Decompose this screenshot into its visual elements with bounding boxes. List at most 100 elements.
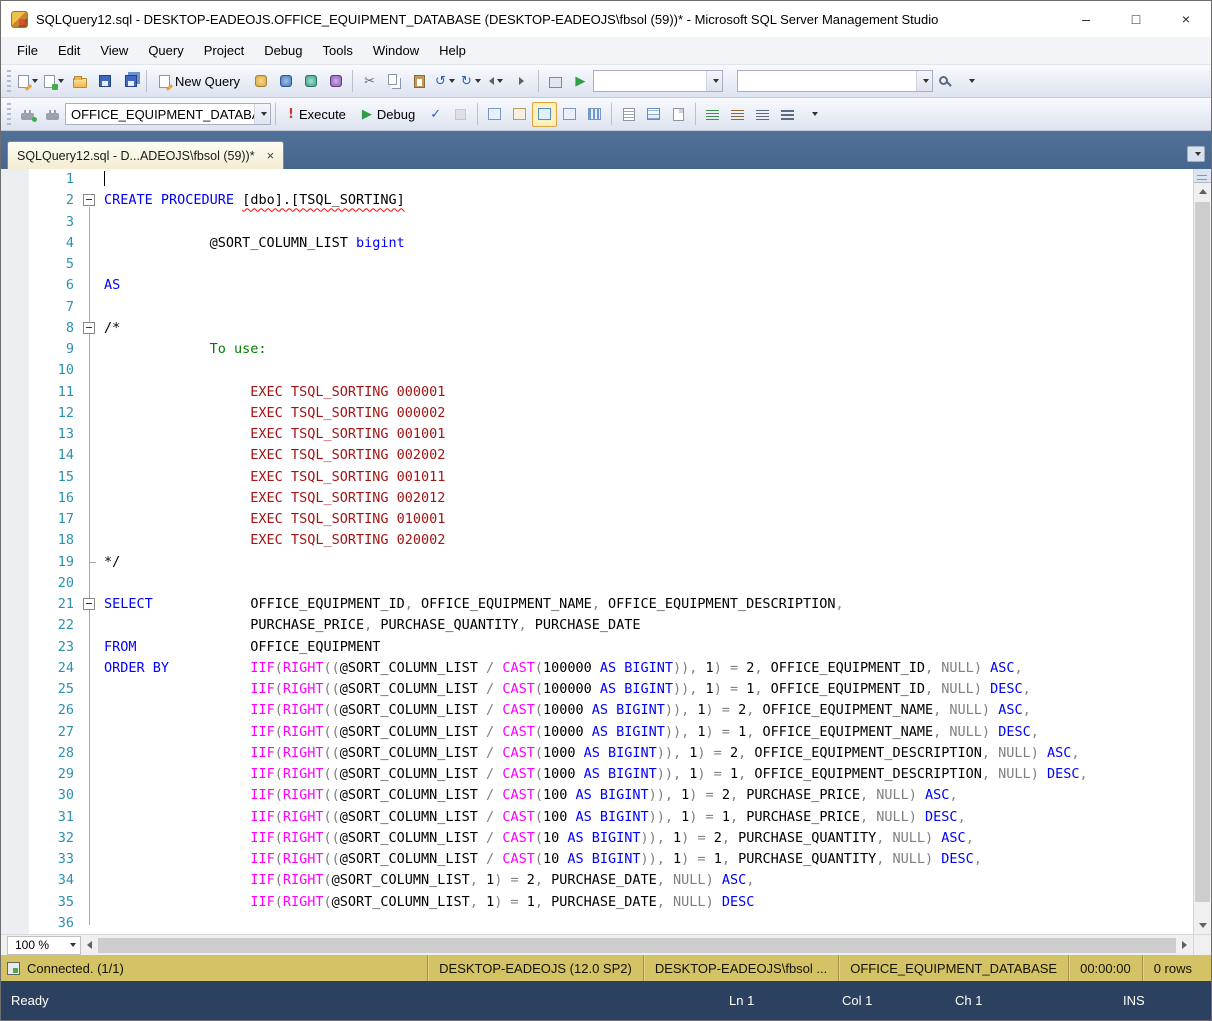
line-number[interactable]: 23 [29,637,79,658]
line-number[interactable]: 26 [29,700,79,721]
increase-indent-button[interactable] [775,102,800,127]
code-line[interactable]: 17 EXEC TSQL_SORTING 010001 [1,509,1193,530]
menu-file[interactable]: File [7,39,48,62]
scroll-down-button[interactable] [1194,917,1211,934]
line-number[interactable]: 17 [29,509,79,530]
code-text[interactable] [101,573,1193,594]
code-text[interactable]: IIF(RIGHT((@SORT_COLUMN_LIST / CAST(10 A… [101,828,1193,849]
line-number[interactable]: 7 [29,297,79,318]
run-button[interactable]: ▶ [568,69,593,94]
line-number[interactable]: 28 [29,743,79,764]
code-line[interactable]: 21SELECT OFFICE_EQUIPMENT_ID, OFFICE_EQU… [1,594,1193,615]
indicator-margin[interactable] [1,615,29,636]
indicator-margin[interactable] [1,700,29,721]
code-text[interactable]: IIF(RIGHT((@SORT_COLUMN_LIST / CAST(100 … [101,807,1193,828]
results-to-text-button[interactable] [616,102,641,127]
query-options-button[interactable] [507,102,532,127]
code-line[interactable]: 33 IIF(RIGHT((@SORT_COLUMN_LIST / CAST(1… [1,849,1193,870]
indicator-margin[interactable] [1,318,29,339]
line-number[interactable]: 6 [29,275,79,296]
code-text[interactable] [101,254,1193,275]
menu-help[interactable]: Help [429,39,476,62]
find-button[interactable] [933,69,958,94]
indicator-margin[interactable] [1,722,29,743]
line-number[interactable]: 31 [29,807,79,828]
indicator-margin[interactable] [1,275,29,296]
code-text[interactable] [101,913,1193,934]
line-number[interactable]: 8 [29,318,79,339]
toolbar-combo-2[interactable] [737,70,933,92]
code-text[interactable]: EXEC TSQL_SORTING 000001 [101,382,1193,403]
horizontal-scroll-track[interactable] [98,935,1176,955]
code-line[interactable]: 2CREATE PROCEDURE [dbo].[TSQL_SORTING] [1,190,1193,211]
line-number[interactable]: 32 [29,828,79,849]
code-line[interactable]: 28 IIF(RIGHT((@SORT_COLUMN_LIST / CAST(1… [1,743,1193,764]
code-line[interactable]: 16 EXEC TSQL_SORTING 002012 [1,488,1193,509]
code-text[interactable]: EXEC TSQL_SORTING 000002 [101,403,1193,424]
code-text[interactable]: IIF(RIGHT((@SORT_COLUMN_LIST / CAST(10 A… [101,849,1193,870]
include-client-statistics-button[interactable] [582,102,607,127]
scroll-left-button[interactable] [81,935,98,955]
line-number[interactable]: 24 [29,658,79,679]
debug-button[interactable]: ▶Debug [354,102,423,127]
code-line[interactable]: 27 IIF(RIGHT((@SORT_COLUMN_LIST / CAST(1… [1,722,1193,743]
line-number[interactable]: 29 [29,764,79,785]
code-line[interactable]: 18 EXEC TSQL_SORTING 020002 [1,530,1193,551]
xmla-query-button[interactable] [323,69,348,94]
indicator-margin[interactable] [1,254,29,275]
indicator-margin[interactable] [1,913,29,934]
menu-view[interactable]: View [90,39,138,62]
code-line[interactable]: 14 EXEC TSQL_SORTING 002002 [1,445,1193,466]
code-line[interactable]: 25 IIF(RIGHT((@SORT_COLUMN_LIST / CAST(1… [1,679,1193,700]
include-actual-plan-button[interactable] [557,102,582,127]
collapse-toggle-icon[interactable] [83,598,95,610]
intellisense-toggle-button[interactable] [532,102,557,127]
code-line[interactable]: 13 EXEC TSQL_SORTING 001001 [1,424,1193,445]
line-number[interactable]: 20 [29,573,79,594]
indicator-margin[interactable] [1,530,29,551]
code-line[interactable]: 23FROM OFFICE_EQUIPMENT [1,637,1193,658]
mdx-query-button[interactable] [273,69,298,94]
indicator-margin[interactable] [1,424,29,445]
indicator-margin[interactable] [1,403,29,424]
splitter-handle[interactable] [1194,169,1211,183]
code-text[interactable]: IIF(RIGHT((@SORT_COLUMN_LIST / CAST(1000… [101,764,1193,785]
code-text[interactable] [101,360,1193,381]
menu-tools[interactable]: Tools [313,39,363,62]
line-number[interactable]: 35 [29,892,79,913]
code-line[interactable]: 6 AS [1,275,1193,296]
code-line[interactable]: 29 IIF(RIGHT((@SORT_COLUMN_LIST / CAST(1… [1,764,1193,785]
navigate-back-button[interactable] [484,69,509,94]
code-line[interactable]: 36 [1,913,1193,934]
code-text[interactable] [101,169,1193,190]
line-number[interactable]: 22 [29,615,79,636]
code-line[interactable]: 31 IIF(RIGHT((@SORT_COLUMN_LIST / CAST(1… [1,807,1193,828]
scroll-up-button[interactable] [1194,183,1211,200]
indicator-margin[interactable] [1,169,29,190]
code-text[interactable]: AS [101,275,1193,296]
collapse-toggle-icon[interactable] [83,194,95,206]
indicator-margin[interactable] [1,445,29,466]
combo-dropdown-button[interactable] [916,71,932,91]
code-text[interactable] [101,212,1193,233]
line-number[interactable]: 27 [29,722,79,743]
indicator-margin[interactable] [1,870,29,891]
indicator-margin[interactable] [1,509,29,530]
indicator-margin[interactable] [1,594,29,615]
code-text[interactable]: IIF(RIGHT((@SORT_COLUMN_LIST / CAST(1000… [101,700,1193,721]
line-number[interactable]: 33 [29,849,79,870]
code-line[interactable]: 3 [1,212,1193,233]
code-line[interactable]: 10 [1,360,1193,381]
combo-dropdown-button[interactable] [254,104,270,124]
toolbar-overflow-button[interactable] [806,102,820,127]
indicator-margin[interactable] [1,212,29,233]
indicator-margin[interactable] [1,233,29,254]
code-line[interactable]: 8/* [1,318,1193,339]
code-line[interactable]: 30 IIF(RIGHT((@SORT_COLUMN_LIST / CAST(1… [1,785,1193,806]
tab-close-icon[interactable]: × [267,149,275,162]
code-text[interactable]: EXEC TSQL_SORTING 010001 [101,509,1193,530]
code-line[interactable]: 9 To use: [1,339,1193,360]
tab-sqlquery12[interactable]: SQLQuery12.sql - D...ADEOJS\fbsol (59))*… [7,141,284,169]
code-pane[interactable]: 12CREATE PROCEDURE [dbo].[TSQL_SORTING]3… [1,169,1193,934]
indicator-margin[interactable] [1,552,29,573]
